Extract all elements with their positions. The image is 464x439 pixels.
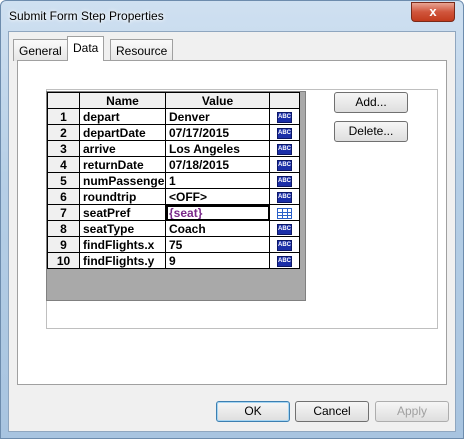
value-type-cell[interactable] — [269, 204, 300, 221]
table-row[interactable]: 6 roundtrip <OFF> ABC — [47, 188, 300, 205]
dialog-window: Submit Form Step Properties x General Da… — [0, 0, 464, 439]
abc-icon[interactable]: ABC — [277, 143, 292, 155]
param-name-cell[interactable]: seatType — [79, 220, 166, 237]
tab-data-label: Data — [73, 41, 99, 55]
cancel-button-label: Cancel — [313, 404, 351, 418]
row-number[interactable]: 7 — [47, 204, 80, 221]
apply-button[interactable]: Apply — [375, 401, 449, 422]
row-number[interactable]: 9 — [47, 236, 80, 253]
value-type-cell[interactable]: ABC — [269, 108, 300, 125]
param-value-cell[interactable]: Los Angeles — [165, 140, 270, 157]
data-grid-table: Name Value 1 depart Denver ABC 2 departDate 07… — [47, 92, 300, 269]
abc-icon[interactable]: ABC — [277, 255, 292, 267]
param-name-cell[interactable]: returnDate — [79, 156, 166, 173]
abc-icon[interactable]: ABC — [277, 111, 292, 123]
param-value-cell[interactable]: 1 — [165, 172, 270, 189]
abc-icon[interactable]: ABC — [277, 159, 292, 171]
param-value-cell[interactable]: 75 — [165, 236, 270, 253]
tab-general[interactable]: General — [13, 39, 68, 61]
param-value-cell[interactable]: 07/18/2015 — [165, 156, 270, 173]
table-row[interactable]: 1 depart Denver ABC — [47, 108, 300, 125]
param-name-cell[interactable]: seatPref — [79, 204, 166, 221]
value-type-cell[interactable]: ABC — [269, 124, 300, 141]
value-type-cell[interactable]: ABC — [269, 252, 300, 269]
value-column-header[interactable]: Value — [165, 92, 270, 109]
row-number[interactable]: 8 — [47, 220, 80, 237]
table-icon[interactable] — [277, 207, 292, 219]
add-button[interactable]: Add... — [334, 92, 408, 113]
row-number[interactable]: 5 — [47, 172, 80, 189]
delete-button-label: Delete... — [348, 124, 394, 138]
value-type-cell[interactable]: ABC — [269, 236, 300, 253]
param-value-cell[interactable]: <OFF> — [165, 188, 270, 205]
dialog-client-area: General Data Resource Name Value 1 depar… — [8, 31, 456, 432]
table-row[interactable]: 2 departDate 07/17/2015 ABC — [47, 124, 300, 141]
value-type-cell[interactable]: ABC — [269, 140, 300, 157]
tab-resource[interactable]: Resource — [110, 39, 174, 61]
grid-corner-header[interactable] — [47, 92, 80, 109]
value-type-cell[interactable]: ABC — [269, 172, 300, 189]
name-column-header[interactable]: Name — [79, 92, 166, 109]
row-number[interactable]: 1 — [47, 108, 80, 125]
param-value-cell[interactable]: 9 — [165, 252, 270, 269]
table-row[interactable]: 3 arrive Los Angeles ABC — [47, 140, 300, 157]
value-type-cell[interactable]: ABC — [269, 188, 300, 205]
add-button-label: Add... — [355, 95, 387, 109]
row-number[interactable]: 4 — [47, 156, 80, 173]
param-name-cell[interactable]: arrive — [79, 140, 166, 157]
row-number[interactable]: 2 — [47, 124, 80, 141]
param-value-cell[interactable]: Coach — [165, 220, 270, 237]
row-number[interactable]: 3 — [47, 140, 80, 157]
value-type-cell[interactable]: ABC — [269, 220, 300, 237]
table-row[interactable]: 4 returnDate 07/18/2015 ABC — [47, 156, 300, 173]
row-number[interactable]: 10 — [47, 252, 80, 269]
ok-button[interactable]: OK — [216, 401, 290, 422]
param-name-cell[interactable]: findFlights.x — [79, 236, 166, 253]
param-name-cell[interactable]: depart — [79, 108, 166, 125]
delete-button[interactable]: Delete... — [334, 121, 408, 142]
abc-icon[interactable]: ABC — [277, 191, 292, 203]
abc-icon[interactable]: ABC — [277, 223, 292, 235]
title-bar[interactable]: Submit Form Step Properties x — [1, 1, 463, 31]
row-number[interactable]: 6 — [47, 188, 80, 205]
param-name-cell[interactable]: findFlights.y — [79, 252, 166, 269]
type-column-header[interactable] — [269, 92, 300, 109]
param-name-cell[interactable]: numPassenger — [79, 172, 166, 189]
param-value-cell[interactable]: {seat} — [165, 204, 270, 221]
close-button[interactable]: x — [411, 2, 455, 22]
param-value-cell[interactable]: 07/17/2015 — [165, 124, 270, 141]
apply-button-label: Apply — [396, 404, 428, 418]
grid-header-row: Name Value — [47, 92, 300, 109]
abc-icon[interactable]: ABC — [277, 239, 292, 251]
table-row[interactable]: 9 findFlights.x 75 ABC — [47, 236, 300, 253]
param-value-cell[interactable]: Denver — [165, 108, 270, 125]
tab-general-label: General — [19, 44, 62, 58]
table-row[interactable]: 8 seatType Coach ABC — [47, 220, 300, 237]
param-name-cell[interactable]: departDate — [79, 124, 166, 141]
tab-resource-label: Resource — [116, 44, 168, 58]
param-name-cell[interactable]: roundtrip — [79, 188, 166, 205]
ok-button-label: OK — [244, 404, 262, 418]
tab-data[interactable]: Data — [67, 36, 105, 61]
abc-icon[interactable]: ABC — [277, 175, 292, 187]
cancel-button[interactable]: Cancel — [295, 401, 369, 422]
table-row[interactable]: 10 findFlights.y 9 ABC — [47, 252, 300, 269]
data-grid[interactable]: Name Value 1 depart Denver ABC 2 departDate 07… — [46, 91, 306, 301]
close-icon: x — [429, 4, 437, 19]
table-row[interactable]: 5 numPassenger 1 ABC — [47, 172, 300, 189]
value-type-cell[interactable]: ABC — [269, 156, 300, 173]
abc-icon[interactable]: ABC — [277, 127, 292, 139]
window-title: Submit Form Step Properties — [9, 9, 164, 23]
table-row[interactable]: 7 seatPref {seat} — [47, 204, 300, 221]
